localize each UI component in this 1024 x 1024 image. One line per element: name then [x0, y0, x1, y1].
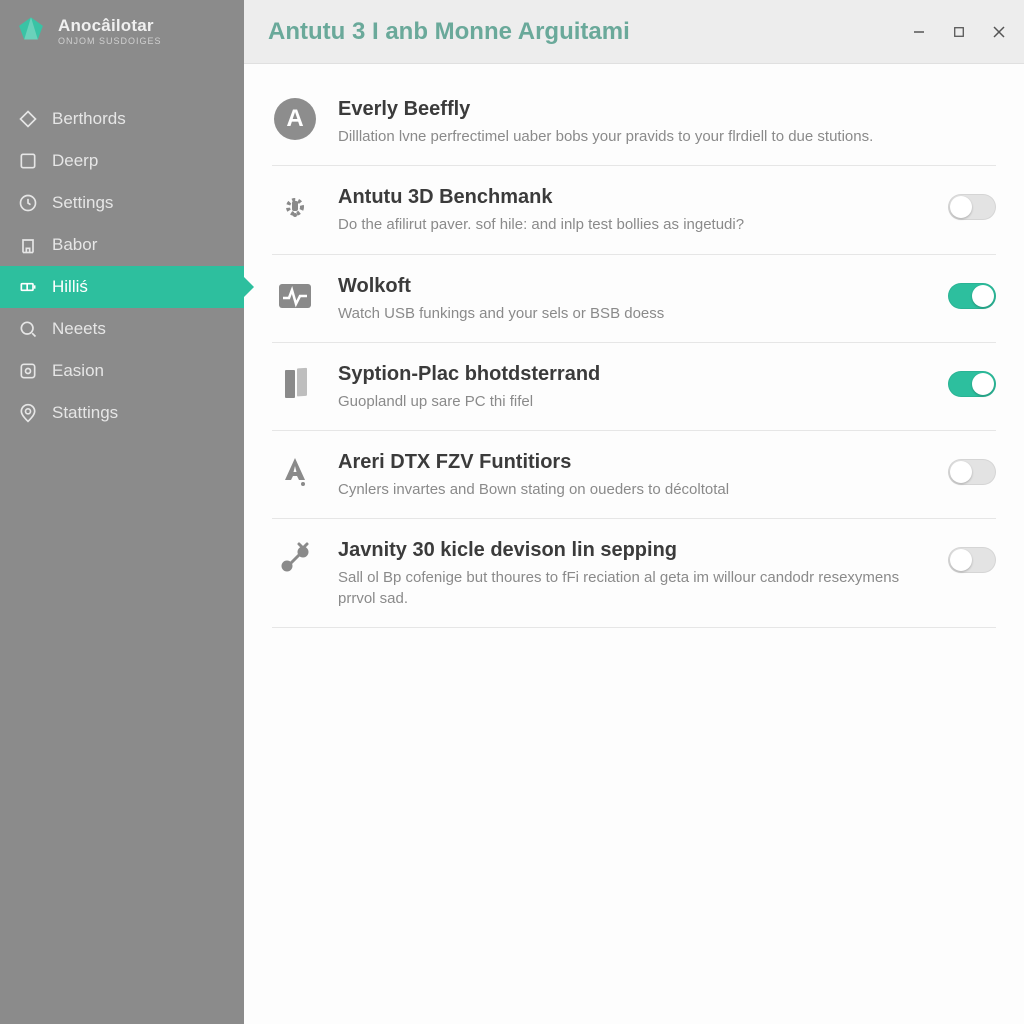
settings-row-syption: Syption-Plac bhotdsterrand Guoplandl up … [272, 343, 996, 431]
row-desc: Guoplandl up sare PC thi fifel [338, 392, 916, 412]
row-title: Antutu 3D Benchmank [338, 186, 916, 209]
sidebar-item-neeets[interactable]: Neeets [0, 308, 244, 350]
row-desc: Sall ol Bp cofenige but thoures to fFi r… [338, 568, 916, 609]
share-nodes-icon [272, 537, 318, 583]
gear-dots-icon [272, 184, 318, 230]
row-desc: Cynlers invartes and Bown stating on oue… [338, 480, 916, 500]
building-icon [18, 235, 38, 255]
toggle-wolkoft[interactable] [948, 283, 996, 309]
sidebar-item-deerp[interactable]: Deerp [0, 140, 244, 182]
dashboard-icon [18, 361, 38, 381]
row-desc: Do the afilirut paver. sof hile: and inl… [338, 215, 916, 235]
brand-subtitle: ONJOM SUSDOIGES [58, 36, 162, 46]
row-desc: Dilllation lvne perfrectimel uaber bobs … [338, 127, 996, 147]
battery-icon [18, 277, 38, 297]
brand: Anocâilotar ONJOM SUSDOIGES [0, 0, 244, 68]
toggle-syption[interactable] [948, 371, 996, 397]
square-icon [18, 151, 38, 171]
settings-row-javnity: Javnity 30 kicle devison lin sepping Sal… [272, 519, 996, 628]
a-dot-icon [272, 449, 318, 495]
sidebar-item-label: Neeets [52, 319, 106, 339]
brand-title: Anocâilotar [58, 16, 162, 36]
sidebar-item-label: Stattings [52, 403, 118, 423]
titlebar: Antutu 3 I anb Monne Arguitami [244, 0, 1024, 64]
panel-icon [272, 361, 318, 407]
row-desc: Watch USB funkings and your sels or BSB … [338, 304, 916, 324]
sidebar-item-label: Berthords [52, 109, 126, 129]
sidebar-item-label: Settings [52, 193, 113, 213]
sidebar-item-stattings[interactable]: Stattings [0, 392, 244, 434]
row-title: Javnity 30 kicle devison lin sepping [338, 539, 916, 562]
minimize-icon [912, 25, 926, 39]
main: Antutu 3 I anb Monne Arguitami A Everly … [244, 0, 1024, 1024]
row-title: Syption-Plac bhotdsterrand [338, 363, 916, 386]
close-icon [992, 25, 1006, 39]
diamond-icon [18, 109, 38, 129]
badge-a-icon: A [272, 96, 318, 142]
maximize-icon [953, 26, 965, 38]
sidebar-item-label: Hilliś [52, 277, 88, 297]
page-title: Antutu 3 I anb Monne Arguitami [268, 18, 910, 46]
settings-row-areri: Areri DTX FZV Funtitiors Cynlers invarte… [272, 431, 996, 519]
settings-row-antutu: Antutu 3D Benchmank Do the afilirut pave… [272, 166, 996, 254]
settings-row-wolkoft: Wolkoft Watch USB funkings and your sels… [272, 255, 996, 343]
activity-icon [272, 273, 318, 319]
search-icon [18, 319, 38, 339]
toggle-antutu[interactable] [948, 194, 996, 220]
sidebar-item-label: Deerp [52, 151, 98, 171]
sidebar-item-label: Easion [52, 361, 104, 381]
window-controls [910, 23, 1008, 41]
sidebar-item-babor[interactable]: Babor [0, 224, 244, 266]
maximize-button[interactable] [950, 23, 968, 41]
row-title: Everly Beeffly [338, 98, 996, 121]
sidebar-item-hillis[interactable]: Hilliś [0, 266, 244, 308]
sidebar-item-berthords[interactable]: Berthords [0, 98, 244, 140]
row-title: Areri DTX FZV Funtitiors [338, 451, 916, 474]
close-button[interactable] [990, 23, 1008, 41]
sidebar: Anocâilotar ONJOM SUSDOIGES Berthords De… [0, 0, 244, 1024]
toggle-javnity[interactable] [948, 547, 996, 573]
settings-row-everly: A Everly Beeffly Dilllation lvne perfrec… [272, 76, 996, 166]
sidebar-item-easion[interactable]: Easion [0, 350, 244, 392]
sidebar-item-label: Babor [52, 235, 97, 255]
app-logo-icon [14, 14, 48, 48]
clock-icon [18, 193, 38, 213]
pin-icon [18, 403, 38, 423]
toggle-areri[interactable] [948, 459, 996, 485]
sidebar-nav: Berthords Deerp Settings Babor Hilliś Ne… [0, 98, 244, 434]
sidebar-item-settings[interactable]: Settings [0, 182, 244, 224]
minimize-button[interactable] [910, 23, 928, 41]
settings-list: A Everly Beeffly Dilllation lvne perfrec… [244, 64, 1024, 628]
row-title: Wolkoft [338, 275, 916, 298]
